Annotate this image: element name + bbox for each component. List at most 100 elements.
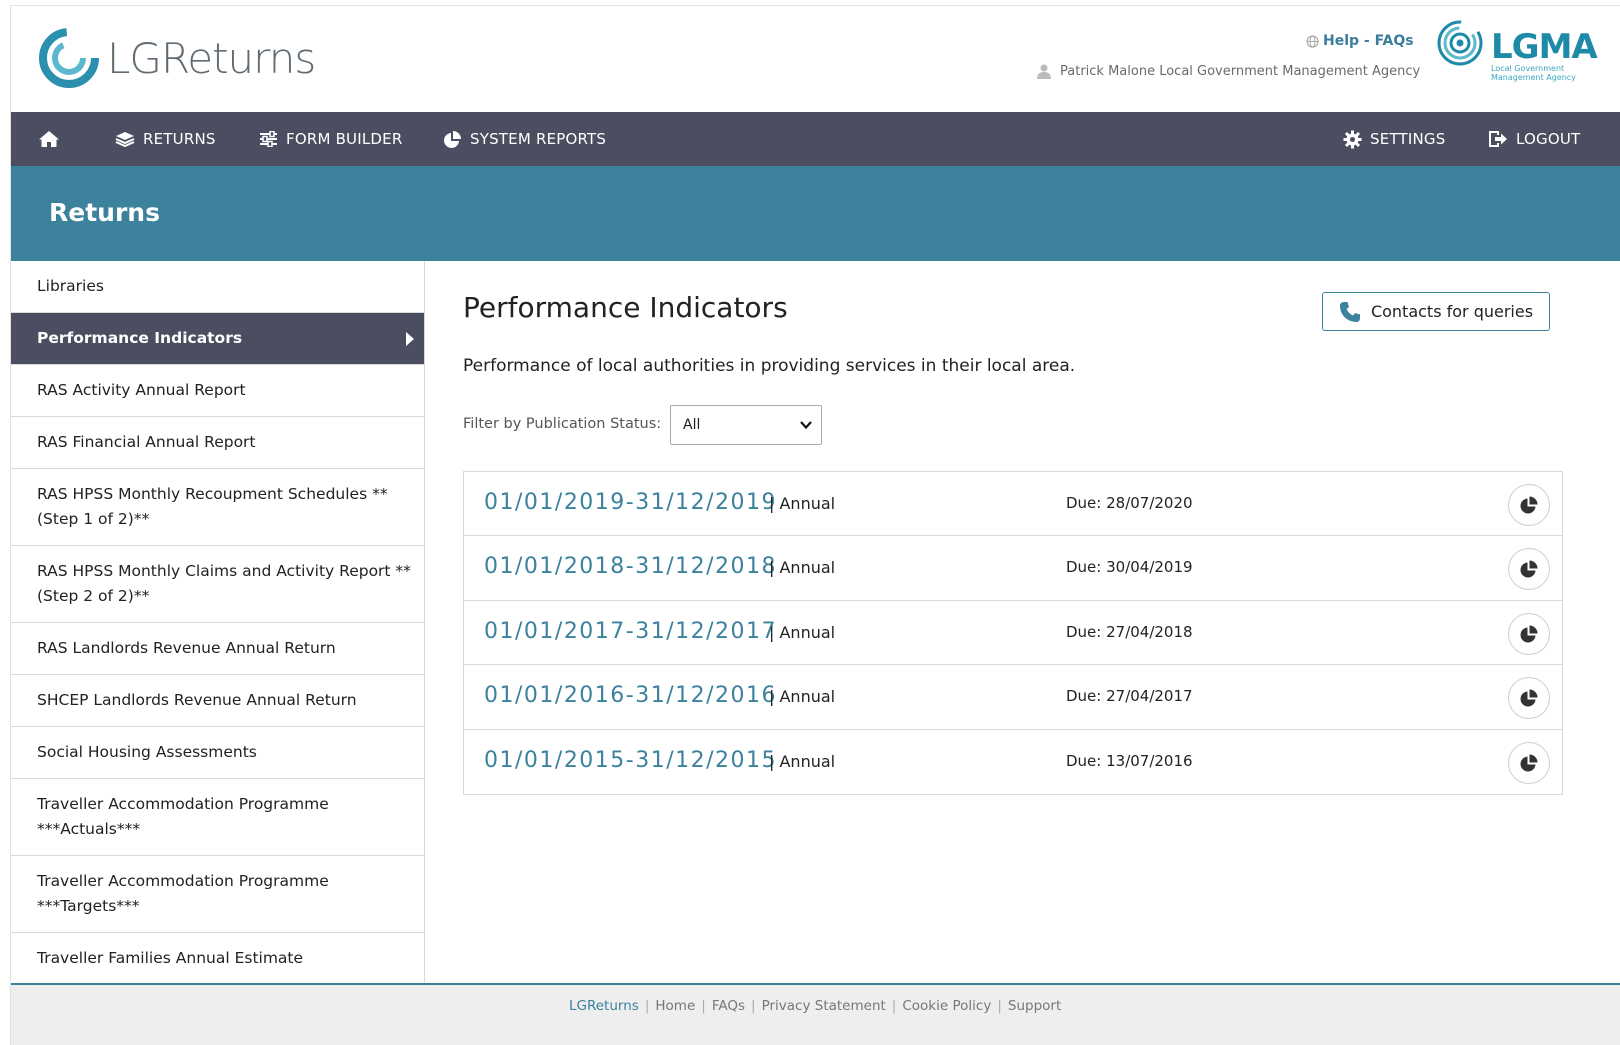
report-button[interactable] (1508, 484, 1550, 526)
pie-chart-icon (1520, 754, 1538, 772)
footer-link-support[interactable]: Support (1008, 998, 1061, 1014)
sidebar-item-shcep-landlords[interactable]: SHCEP Landlords Revenue Annual Return (11, 675, 424, 727)
current-user: Patrick Malone Local Government Manageme… (1036, 63, 1420, 79)
sidebar-item-traveller-targets[interactable]: Traveller Accommodation Programme ***Tar… (11, 856, 424, 933)
sidebar-item-label: Traveller Accommodation Programme ***Tar… (37, 872, 329, 915)
lgreturns-logo[interactable]: LGReturns (35, 24, 316, 92)
nav-logout-label: LOGOUT (1516, 130, 1581, 148)
phone-icon (1339, 301, 1360, 322)
home-icon (39, 131, 59, 147)
pie-chart-icon (1520, 560, 1538, 578)
page-title: Returns (49, 198, 160, 227)
lgma-logo-sub-2: Management Agency (1491, 73, 1576, 82)
list-item: 01/01/2015-31/12/2015 | Annual Due: 13/0… (464, 730, 1562, 794)
help-faqs-link[interactable]: Help - FAQs (1306, 33, 1414, 49)
return-period-link[interactable]: 01/01/2015-31/12/2015 (484, 748, 777, 773)
return-due-date: Due: 27/04/2018 (1066, 622, 1193, 641)
footer-link-home[interactable]: Home (655, 998, 695, 1014)
nav-form-builder[interactable]: FORM BUILDER (259, 112, 402, 166)
publication-status-select[interactable]: All (670, 405, 822, 445)
sliders-icon (260, 131, 277, 147)
report-button[interactable] (1508, 741, 1550, 784)
sidebar-item-ras-landlords[interactable]: RAS Landlords Revenue Annual Return (11, 623, 424, 675)
sidebar-item-ras-hpss-recoupment[interactable]: RAS HPSS Monthly Recoupment Schedules **… (11, 469, 424, 546)
footer-separator: | (701, 998, 706, 1014)
list-item: 01/01/2019-31/12/2019 | Annual Due: 28/0… (464, 472, 1562, 537)
header: LGReturns Help - FAQs Patrick Malone Loc… (11, 6, 1620, 112)
lgma-swirl-icon (1437, 20, 1483, 66)
filter-label: Filter by Publication Status: (463, 416, 662, 432)
report-button[interactable] (1508, 612, 1550, 655)
return-frequency: | Annual (769, 622, 836, 642)
sidebar-item-performance-indicators[interactable]: Performance Indicators (11, 313, 424, 365)
app-frame: LGReturns Help - FAQs Patrick Malone Loc… (10, 5, 1620, 1045)
sidebar-item-label: RAS Activity Annual Report (37, 381, 246, 399)
sidebar-item-label: RAS Financial Annual Report (37, 433, 256, 451)
sidebar-item-label: SHCEP Landlords Revenue Annual Return (37, 691, 357, 709)
pie-chart-icon (1520, 496, 1538, 514)
nav-settings[interactable]: SETTINGS (1343, 112, 1445, 166)
user-name: Patrick Malone Local Government Manageme… (1060, 63, 1421, 79)
sidebar-item-traveller-actuals[interactable]: Traveller Accommodation Programme ***Act… (11, 779, 424, 856)
sidebar-item-ras-financial[interactable]: RAS Financial Annual Report (11, 417, 424, 469)
sidebar-item-ras-activity[interactable]: RAS Activity Annual Report (11, 365, 424, 417)
footer: LGReturns | Home | FAQs | Privacy Statem… (11, 983, 1620, 1045)
nav-returns[interactable]: RETURNS (115, 112, 216, 166)
lgma-logo-text: LGMA (1491, 27, 1598, 67)
main-nav: RETURNS FORM BUILDER SYSTEM REPORTS SETT… (11, 112, 1620, 166)
list-item: 01/01/2016-31/12/2016 | Annual Due: 27/0… (464, 665, 1562, 730)
pie-chart-icon (1520, 689, 1538, 707)
sidebar-item-label: RAS HPSS Monthly Claims and Activity Rep… (37, 562, 411, 605)
return-frequency: | Annual (769, 751, 836, 771)
footer-links: LGReturns | Home | FAQs | Privacy Statem… (569, 998, 1061, 1014)
contacts-for-queries-button[interactable]: Contacts for queries (1322, 292, 1550, 331)
return-period-link[interactable]: 01/01/2018-31/12/2018 (484, 554, 777, 579)
page-banner: Returns (11, 166, 1620, 261)
pie-chart-icon (444, 130, 461, 148)
nav-home[interactable] (38, 112, 60, 166)
user-icon (1037, 64, 1051, 79)
layers-icon (115, 132, 135, 147)
report-button[interactable] (1508, 548, 1550, 591)
footer-link-faqs[interactable]: FAQs (712, 998, 745, 1014)
sidebar-item-libraries[interactable]: Libraries (11, 261, 424, 313)
return-due-date: Due: 30/04/2019 (1066, 558, 1193, 577)
footer-separator: | (751, 998, 756, 1014)
pie-chart-icon (1520, 625, 1538, 643)
sidebar-item-label: Performance Indicators (37, 329, 243, 347)
logo-text: LGReturns (107, 33, 316, 83)
globe-icon (1306, 34, 1319, 48)
help-faqs-label: Help - FAQs (1323, 33, 1414, 49)
nav-settings-label: SETTINGS (1370, 130, 1446, 148)
section-title: Performance Indicators (463, 291, 788, 324)
report-button[interactable] (1508, 677, 1550, 720)
nav-system-reports[interactable]: SYSTEM REPORTS (443, 112, 606, 166)
list-item: 01/01/2017-31/12/2017 | Annual Due: 27/0… (464, 601, 1562, 666)
footer-separator: | (997, 998, 1002, 1014)
footer-link-cookie[interactable]: Cookie Policy (902, 998, 991, 1014)
return-period-link[interactable]: 01/01/2017-31/12/2017 (484, 619, 777, 644)
returns-list: 01/01/2019-31/12/2019 | Annual Due: 28/0… (463, 471, 1563, 795)
publication-status-value: All (683, 417, 701, 433)
nav-logout[interactable]: LOGOUT (1488, 112, 1580, 166)
sidebar-item-label: Traveller Accommodation Programme ***Act… (37, 795, 329, 838)
footer-link-privacy[interactable]: Privacy Statement (762, 998, 886, 1014)
list-item: 01/01/2018-31/12/2018 | Annual Due: 30/0… (464, 536, 1562, 601)
sidebar-item-social-housing[interactable]: Social Housing Assessments (11, 727, 424, 779)
return-due-date: Due: 27/04/2017 (1066, 687, 1193, 706)
caret-right-icon (406, 331, 414, 346)
return-frequency: | Annual (769, 558, 836, 578)
contacts-label: Contacts for queries (1370, 302, 1534, 321)
sidebar-item-traveller-families[interactable]: Traveller Families Annual Estimate (11, 933, 424, 983)
sidebar-item-label: Social Housing Assessments (37, 743, 257, 761)
nav-system-reports-label: SYSTEM REPORTS (470, 130, 607, 148)
sidebar-item-label: Traveller Families Annual Estimate (37, 948, 304, 967)
footer-link-lgreturns[interactable]: LGReturns (569, 998, 639, 1014)
return-period-link[interactable]: 01/01/2016-31/12/2016 (484, 683, 777, 708)
return-period-link[interactable]: 01/01/2019-31/12/2019 (484, 490, 777, 515)
nav-form-builder-label: FORM BUILDER (286, 130, 403, 148)
sidebar-item-ras-hpss-claims[interactable]: RAS HPSS Monthly Claims and Activity Rep… (11, 546, 424, 623)
lgma-logo: LGMA Local Government Management Agency (1435, 18, 1598, 82)
footer-separator: | (891, 998, 897, 1014)
logout-icon (1489, 131, 1507, 147)
